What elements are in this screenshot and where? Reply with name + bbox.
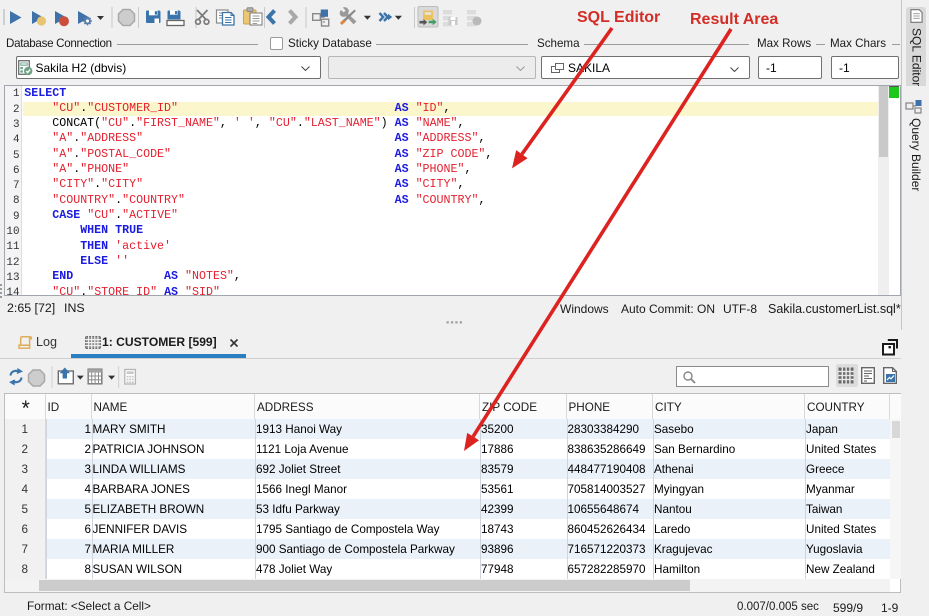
svg-text:Result Area: Result Area (690, 11, 778, 28)
svg-text:SQL Editor: SQL Editor (577, 9, 660, 26)
